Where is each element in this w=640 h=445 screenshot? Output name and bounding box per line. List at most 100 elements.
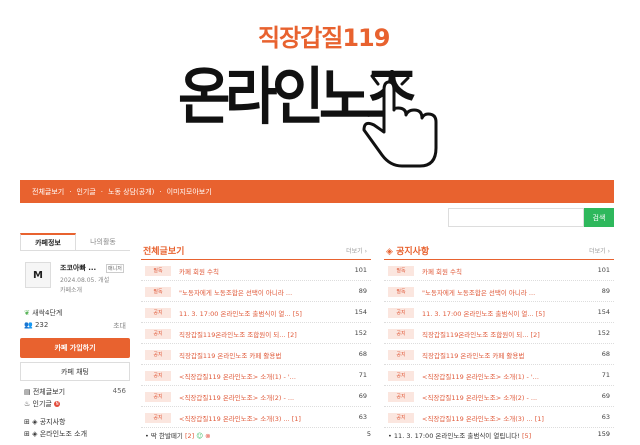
post-title[interactable]: "노동자에게 노동조합은 선택이 아니라 ... bbox=[179, 287, 292, 297]
table-row[interactable]: 공지 직장갑질119 온라인노조 카페 활용법 68 bbox=[141, 344, 371, 365]
post-title[interactable]: "노동자에게 노동조합은 선택이 아니라 ... bbox=[422, 287, 535, 297]
post-title-text: 직장갑질119 온라인노조 카페 활용법 bbox=[179, 352, 282, 360]
post-title[interactable]: <직장갑질119 온라인노조> 소개(2) - ... bbox=[179, 392, 294, 402]
table-row[interactable]: 공지 직장갑질119온라인노조 조합원이 되... [2] 152 bbox=[141, 323, 371, 344]
level-label[interactable]: 새싹4단계 bbox=[32, 309, 62, 317]
manager-badge: 매니저 bbox=[106, 264, 124, 273]
nav-images[interactable]: 이미지모아보기 bbox=[167, 187, 212, 197]
post-title[interactable]: 직장갑질119 온라인노조 카페 활용법 bbox=[422, 350, 524, 360]
post-title[interactable]: 11. 3. 17:00 온라인노조 출범식이 열립니다! bbox=[394, 432, 520, 440]
comment-count: [2] bbox=[287, 331, 297, 339]
member-count[interactable]: 232 bbox=[35, 321, 48, 329]
sidebar-item-label: 온라인노조 소개 bbox=[39, 430, 88, 438]
board-title[interactable]: ◈ 공지사항 bbox=[386, 244, 429, 257]
table-row[interactable]: 공지 <직장갑질119 온라인노조> 소개(1) - '... 71 bbox=[384, 365, 614, 386]
view-count: 68 bbox=[601, 350, 610, 358]
join-cafe-button[interactable]: 카페 가입하기 bbox=[20, 338, 130, 358]
table-row[interactable]: 공지 <직장갑질119 온라인노조> 소개(3) ... [1] 63 bbox=[384, 407, 614, 428]
post-title-text: <직장갑질119 온라인노조> 소개(1) - '... bbox=[422, 373, 539, 381]
sidebar-item-label: 전체글보기 bbox=[32, 388, 66, 396]
table-row[interactable]: 공지 <직장갑질119 온라인노조> 소개(2) - ... 69 bbox=[141, 386, 371, 407]
post-title-text: 카페 회원 수칙 bbox=[422, 268, 463, 276]
post-title[interactable]: <직장갑질119 온라인노조> 소개(3) ... [1] bbox=[422, 413, 544, 423]
tab-cafe-info[interactable]: 카페정보 bbox=[20, 233, 76, 250]
more-link[interactable]: 더보기 › bbox=[346, 246, 367, 255]
post-title[interactable]: <직장갑질119 온라인노조> 소개(1) - '... bbox=[422, 371, 539, 381]
view-count: 68 bbox=[358, 350, 367, 358]
more-link[interactable]: 더보기 › bbox=[589, 246, 610, 255]
table-row[interactable]: 필독 카페 회원 수칙 101 bbox=[141, 260, 371, 281]
table-row[interactable]: 공지 11. 3. 17:00 온라인노조 출범식이 열... [5] 154 bbox=[384, 302, 614, 323]
sidebar-item-intro[interactable]: ⊞ ◈ 온라인노조 소개 bbox=[20, 429, 130, 441]
table-row[interactable]: 필독 "노동자에게 노동조합은 선택이 아니라 ... 89 bbox=[141, 281, 371, 302]
view-count: 89 bbox=[358, 287, 367, 295]
cafe-chat-button[interactable]: 카페 채팅 bbox=[20, 362, 130, 381]
table-row[interactable]: 공지 <직장갑질119 온라인노조> 소개(3) ... [1] 63 bbox=[141, 407, 371, 428]
post-title-text: 직장갑질119 온라인노조 카페 활용법 bbox=[422, 352, 525, 360]
post-tag: 공지 bbox=[145, 350, 171, 360]
search-input[interactable] bbox=[448, 208, 584, 227]
nav-labor-consult[interactable]: 노동 상담(공개) bbox=[108, 187, 154, 197]
view-count: 152 bbox=[354, 329, 367, 337]
post-tag: 공지 bbox=[388, 308, 414, 318]
post-tag: 공지 bbox=[145, 371, 171, 381]
post-title[interactable]: 카페 회원 수칙 bbox=[179, 266, 219, 276]
board-header: 전체글보기 더보기 › bbox=[141, 243, 371, 260]
manager-name[interactable]: 조코아빠 ... bbox=[60, 263, 96, 273]
tab-my-activity[interactable]: 나의활동 bbox=[76, 233, 130, 250]
table-row[interactable]: 필독 "노동자에게 노동조합은 선택이 아니라 ... 89 bbox=[384, 281, 614, 302]
board-header: ◈ 공지사항 더보기 › bbox=[384, 243, 614, 260]
cafe-created-date: 2024.08.05. 개설 bbox=[60, 277, 110, 284]
post-title[interactable]: <직장갑질119 온라인노조> 소개(3) ... [1] bbox=[179, 413, 301, 423]
post-tag: 공지 bbox=[145, 413, 171, 423]
post-tag: 공지 bbox=[388, 350, 414, 360]
post-title[interactable]: <직장갑질119 온라인노조> 소개(1) - '... bbox=[179, 371, 296, 381]
list-item[interactable]: • 11. 3. 17:00 온라인노조 출범식이 열립니다! [5] 159 bbox=[388, 430, 610, 444]
view-count: 63 bbox=[358, 413, 367, 421]
table-row[interactable]: 공지 <직장갑질119 온라인노조> 소개(1) - '... 71 bbox=[141, 365, 371, 386]
diamond-icon: ◈ bbox=[32, 418, 38, 426]
post-tag: 필독 bbox=[145, 287, 171, 297]
expand-icon: ⊞ bbox=[24, 418, 30, 426]
post-title[interactable]: 직장갑질119온라인노조 조합원이 되... [2] bbox=[422, 329, 540, 339]
board-notices: ◈ 공지사항 더보기 › 필독 카페 회원 수칙 101 필독 "노동자에게 노동조합… bbox=[384, 243, 614, 428]
sidebar-item-notice[interactable]: ⊞ ◈ 공지사항 bbox=[20, 417, 130, 429]
cafe-intro-link[interactable]: 카페소개 bbox=[60, 285, 82, 294]
view-count: 63 bbox=[601, 413, 610, 421]
post-tag: 필독 bbox=[145, 266, 171, 276]
table-row[interactable]: 공지 직장갑질119온라인노조 조합원이 되... [2] 152 bbox=[384, 323, 614, 344]
post-title[interactable]: 직장갑질119온라인노조 조합원이 되... [2] bbox=[179, 329, 297, 339]
view-count: 152 bbox=[597, 329, 610, 337]
table-row[interactable]: 공지 <직장갑질119 온라인노조> 소개(2) - ... 69 bbox=[384, 386, 614, 407]
post-title-text: 11. 3. 17:00 온라인노조 출범식이 열... bbox=[422, 310, 534, 318]
nav-popular[interactable]: 인기글 bbox=[76, 187, 95, 197]
post-title[interactable]: 직장갑질119 온라인노조 카페 활용법 bbox=[179, 350, 281, 360]
board-title[interactable]: 전체글보기 bbox=[143, 244, 184, 257]
member-count-row: 👥 232 초대 bbox=[20, 321, 130, 334]
new-badge-icon: ⊗ bbox=[205, 432, 211, 440]
post-title[interactable]: 카페 회원 수칙 bbox=[422, 266, 462, 276]
cafe-level: ❦ 새싹4단계 bbox=[20, 308, 130, 321]
list-item[interactable]: • 딱 한발떼기 [2] ☺ ⊗ 5 bbox=[145, 430, 371, 444]
view-count: 154 bbox=[354, 308, 367, 316]
search-button[interactable]: 검색 bbox=[584, 208, 614, 227]
post-tag: 필독 bbox=[388, 287, 414, 297]
sprout-icon: ❦ bbox=[24, 309, 30, 317]
sidebar-item-all-posts[interactable]: ▤ 전체글보기 456 bbox=[20, 387, 130, 399]
table-row[interactable]: 공지 직장갑질119 온라인노조 카페 활용법 68 bbox=[384, 344, 614, 365]
post-title-text: <직장갑질119 온라인노조> 소개(1) - '... bbox=[179, 373, 296, 381]
avatar[interactable]: M bbox=[25, 262, 51, 288]
post-title[interactable]: 딱 한발떼기 bbox=[151, 432, 183, 440]
post-title-text: <직장갑질119 온라인노조> 소개(3) ... bbox=[179, 415, 290, 423]
nav-all-posts[interactable]: 전체글보기 bbox=[32, 187, 64, 197]
post-title[interactable]: <직장갑질119 온라인노조> 소개(2) - ... bbox=[422, 392, 537, 402]
view-count: 89 bbox=[601, 287, 610, 295]
invite-link[interactable]: 초대 bbox=[113, 321, 126, 331]
post-tag: 필독 bbox=[388, 266, 414, 276]
post-title[interactable]: 11. 3. 17:00 온라인노조 출범식이 열... [5] bbox=[422, 308, 545, 318]
sidebar-item-popular[interactable]: ♨ 인기글 N bbox=[20, 399, 130, 411]
table-row[interactable]: 공지 11. 3. 17:00 온라인노조 출범식이 열... [5] 154 bbox=[141, 302, 371, 323]
post-title[interactable]: 11. 3. 17:00 온라인노조 출범식이 열... [5] bbox=[179, 308, 302, 318]
diamond-icon: ◈ bbox=[32, 430, 38, 438]
table-row[interactable]: 필독 카페 회원 수칙 101 bbox=[384, 260, 614, 281]
